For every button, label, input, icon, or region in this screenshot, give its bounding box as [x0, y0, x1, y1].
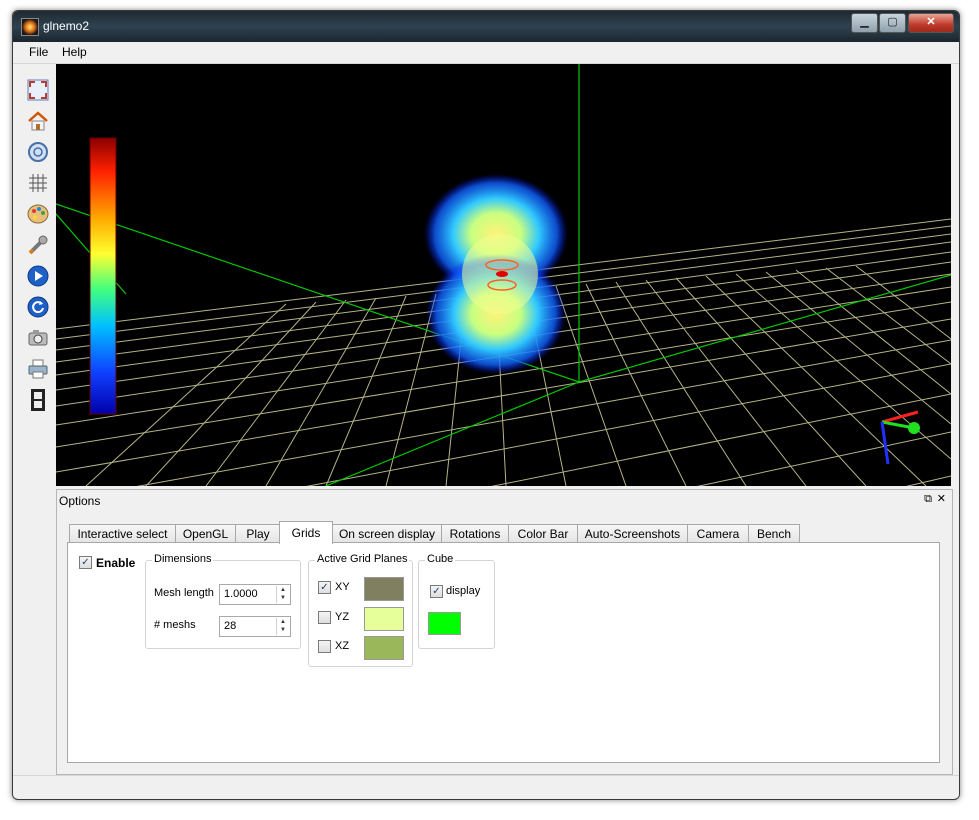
cube-title: Cube: [425, 553, 456, 565]
tab-auto-screenshots[interactable]: Auto-Screenshots: [577, 524, 688, 543]
minimize-button[interactable]: ▁: [851, 13, 878, 33]
xz-checkbox[interactable]: [318, 640, 331, 653]
color-bar: [89, 137, 117, 415]
dimensions-title: Dimensions: [152, 553, 214, 565]
menu-file[interactable]: File: [29, 45, 48, 59]
window-title: glnemo2: [43, 19, 90, 33]
yz-label: YZ: [335, 611, 350, 623]
zoom-icon[interactable]: [25, 139, 51, 165]
title-bar[interactable]: glnemo2 ▁ ▢ ✕: [13, 11, 959, 42]
xz-label: XZ: [335, 640, 350, 652]
meshs-down[interactable]: ▼: [277, 626, 289, 634]
meshs-value: 28: [224, 620, 237, 632]
meshs-label: # meshs: [154, 619, 196, 631]
active-grid-planes-group: Active Grid Planes ✓ XY YZ XZ: [308, 553, 413, 667]
toolbar: [21, 69, 55, 489]
camera-icon[interactable]: [25, 325, 51, 351]
yz-checkbox[interactable]: [318, 611, 331, 624]
fullscreen-icon[interactable]: [25, 77, 51, 103]
tab-grids[interactable]: Grids: [279, 521, 333, 544]
axis-gizmo: [880, 410, 920, 465]
float-icon[interactable]: ⧉: [924, 493, 932, 506]
particle-cloud: [424, 174, 568, 374]
menu-bar: File Help: [13, 42, 959, 64]
mesh-length-label: Mesh length: [154, 587, 214, 599]
cube-group: Cube ✓ display: [418, 553, 495, 649]
enable-checkbox[interactable]: ✓: [79, 556, 92, 569]
xz-color-swatch[interactable]: [364, 636, 404, 660]
cube-color-swatch[interactable]: [428, 612, 461, 635]
mesh-length-stepper[interactable]: 1.0000 ▲ ▼: [219, 584, 291, 605]
tab-rotations[interactable]: Rotations: [441, 524, 509, 543]
grid-icon[interactable]: [25, 170, 51, 196]
tab-camera[interactable]: Camera: [687, 524, 749, 543]
maximize-button[interactable]: ▢: [879, 13, 906, 33]
tab-color-bar[interactable]: Color Bar: [508, 524, 578, 543]
yz-color-swatch[interactable]: [364, 607, 404, 631]
menu-help[interactable]: Help: [62, 45, 87, 59]
tab-on-screen-display[interactable]: On screen display: [332, 524, 442, 543]
enable-label: Enable: [96, 556, 136, 570]
tab-interactive-select[interactable]: Interactive select: [69, 524, 176, 543]
panel-close-icon[interactable]: ✕: [937, 492, 946, 505]
cube-display-label: display: [446, 585, 481, 597]
mesh-length-down[interactable]: ▼: [277, 594, 289, 602]
meshs-up[interactable]: ▲: [277, 618, 289, 626]
xy-checkbox[interactable]: ✓: [318, 581, 331, 594]
home-icon[interactable]: [25, 108, 51, 134]
planes-title: Active Grid Planes: [315, 553, 410, 565]
film-icon[interactable]: [25, 387, 51, 413]
tab-play[interactable]: Play: [235, 524, 281, 543]
close-button[interactable]: ✕: [908, 13, 954, 33]
gl-viewport[interactable]: [56, 64, 951, 486]
mesh-length-value: 1.0000: [224, 588, 258, 600]
tab-opengl[interactable]: OpenGL: [175, 524, 236, 543]
mesh-length-up[interactable]: ▲: [277, 586, 289, 594]
tab-bench[interactable]: Bench: [748, 524, 800, 543]
status-bar: [13, 775, 959, 798]
reload-icon[interactable]: [25, 294, 51, 320]
app-icon: [21, 18, 39, 36]
play-icon[interactable]: [25, 263, 51, 289]
app-window: glnemo2 ▁ ▢ ✕ File Help Options ⧉ ✕ Inte…: [12, 10, 960, 800]
palette-icon[interactable]: [25, 201, 51, 227]
meshs-stepper[interactable]: 28 ▲ ▼: [219, 616, 291, 637]
xy-label: XY: [335, 581, 350, 593]
xy-color-swatch[interactable]: [364, 577, 404, 601]
dimensions-group: Dimensions Mesh length 1.0000 ▲ ▼ # meshs…: [145, 553, 301, 649]
options-title: Options: [59, 494, 101, 508]
wrench-icon[interactable]: [25, 232, 51, 258]
printer-icon[interactable]: [25, 356, 51, 382]
grids-tab-content: ✓ Enable Dimensions Mesh length 1.0000 ▲…: [67, 542, 940, 763]
options-panel: Options ⧉ ✕ Interactive select OpenGL Pl…: [56, 489, 953, 775]
cube-display-checkbox[interactable]: ✓: [430, 585, 443, 598]
